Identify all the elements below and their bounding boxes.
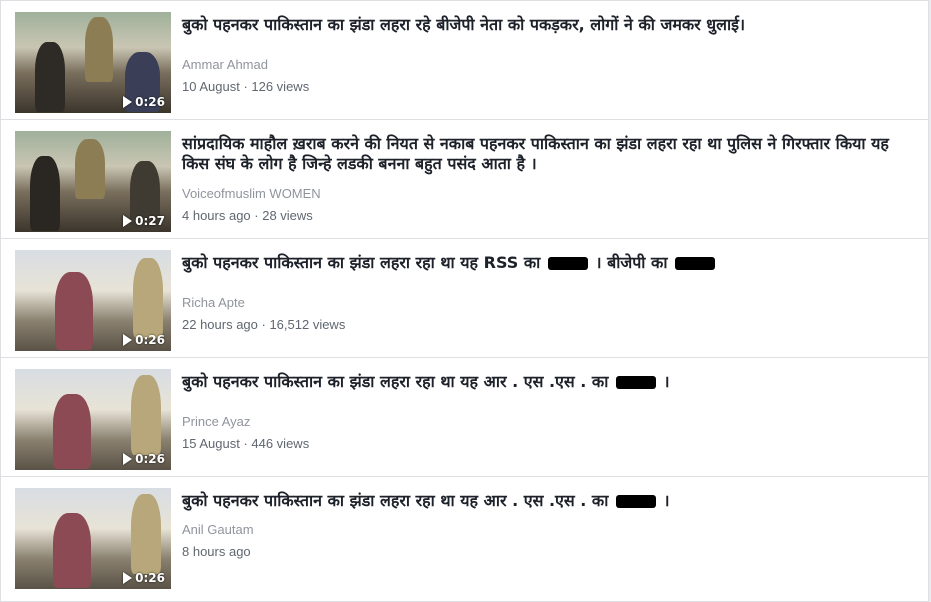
video-title[interactable]: बुको पहनकर पाकिस्तान का झंडा लहरा रहे बी… (182, 15, 912, 35)
video-title[interactable]: बुको पहनकर पाकिस्तान का झंडा लहरा रहा था… (182, 253, 912, 273)
video-meta: 15 August · 446 views (182, 436, 310, 451)
play-icon (123, 96, 133, 108)
video-title[interactable]: सांप्रदायिक माहौल ख़राब करने की नियत से … (182, 134, 912, 174)
video-duration: 0:26 (123, 452, 165, 466)
video-results-list: 0:26 बुको पहनकर पाकिस्तान का झंडा लहरा र… (0, 0, 929, 602)
video-title-part: बुको पहनकर पाकिस्तान का झंडा लहरा रहा था… (182, 253, 541, 272)
video-result-item[interactable]: 0:26 बुको पहनकर पाकिस्तान का झंडा लहरा र… (1, 239, 928, 358)
video-thumbnail[interactable]: 0:26 (15, 12, 171, 113)
video-result-item[interactable]: 0:26 बुको पहनकर पाकिस्तान का झंडा लहरा र… (1, 477, 928, 596)
video-thumbnail[interactable]: 0:27 (15, 131, 171, 232)
video-thumbnail[interactable]: 0:26 (15, 369, 171, 470)
video-author[interactable]: Voiceofmuslim WOMEN (182, 186, 321, 201)
video-duration: 0:26 (123, 95, 165, 109)
redaction-mark (615, 376, 656, 389)
video-duration: 0:27 (123, 214, 165, 228)
video-meta: 10 August · 126 views (182, 79, 310, 94)
video-title[interactable]: बुको पहनकर पाकिस्तान का झंडा लहरा रहा था… (182, 491, 912, 511)
video-author[interactable]: Anil Gautam (182, 522, 254, 537)
video-result-item[interactable]: 0:27 सांप्रदायिक माहौल ख़राब करने की निय… (1, 120, 928, 239)
play-icon (123, 453, 133, 465)
video-thumbnail[interactable]: 0:26 (15, 250, 171, 351)
video-result-item[interactable]: 0:26 बुको पहनकर पाकिस्तान का झंडा लहरा र… (1, 358, 928, 477)
video-author[interactable]: Richa Apte (182, 295, 245, 310)
video-title-part: बुको पहनकर पाकिस्तान का झंडा लहरा रहा था… (182, 491, 609, 510)
video-title-part: बुको पहनकर पाकिस्तान का झंडा लहरा रहा था… (182, 372, 609, 391)
video-thumbnail[interactable]: 0:26 (15, 488, 171, 589)
video-meta: 8 hours ago (182, 544, 251, 559)
play-icon (123, 215, 133, 227)
redaction-mark (675, 257, 716, 270)
play-icon (123, 334, 133, 346)
video-author[interactable]: Prince Ayaz (182, 414, 250, 429)
video-meta: 4 hours ago · 28 views (182, 208, 313, 223)
video-title-part: । (663, 491, 670, 510)
video-title-part: । (663, 372, 670, 391)
play-icon (123, 572, 133, 584)
video-duration: 0:26 (123, 571, 165, 585)
redaction-mark (547, 257, 588, 270)
video-result-item[interactable]: 0:26 बुको पहनकर पाकिस्तान का झंडा लहरा र… (1, 1, 928, 120)
video-title-part: । बीजेपी का (595, 253, 668, 272)
video-author[interactable]: Ammar Ahmad (182, 57, 268, 72)
video-duration: 0:26 (123, 333, 165, 347)
redaction-mark (615, 495, 656, 508)
video-title[interactable]: बुको पहनकर पाकिस्तान का झंडा लहरा रहा था… (182, 372, 912, 392)
video-meta: 22 hours ago · 16,512 views (182, 317, 346, 332)
